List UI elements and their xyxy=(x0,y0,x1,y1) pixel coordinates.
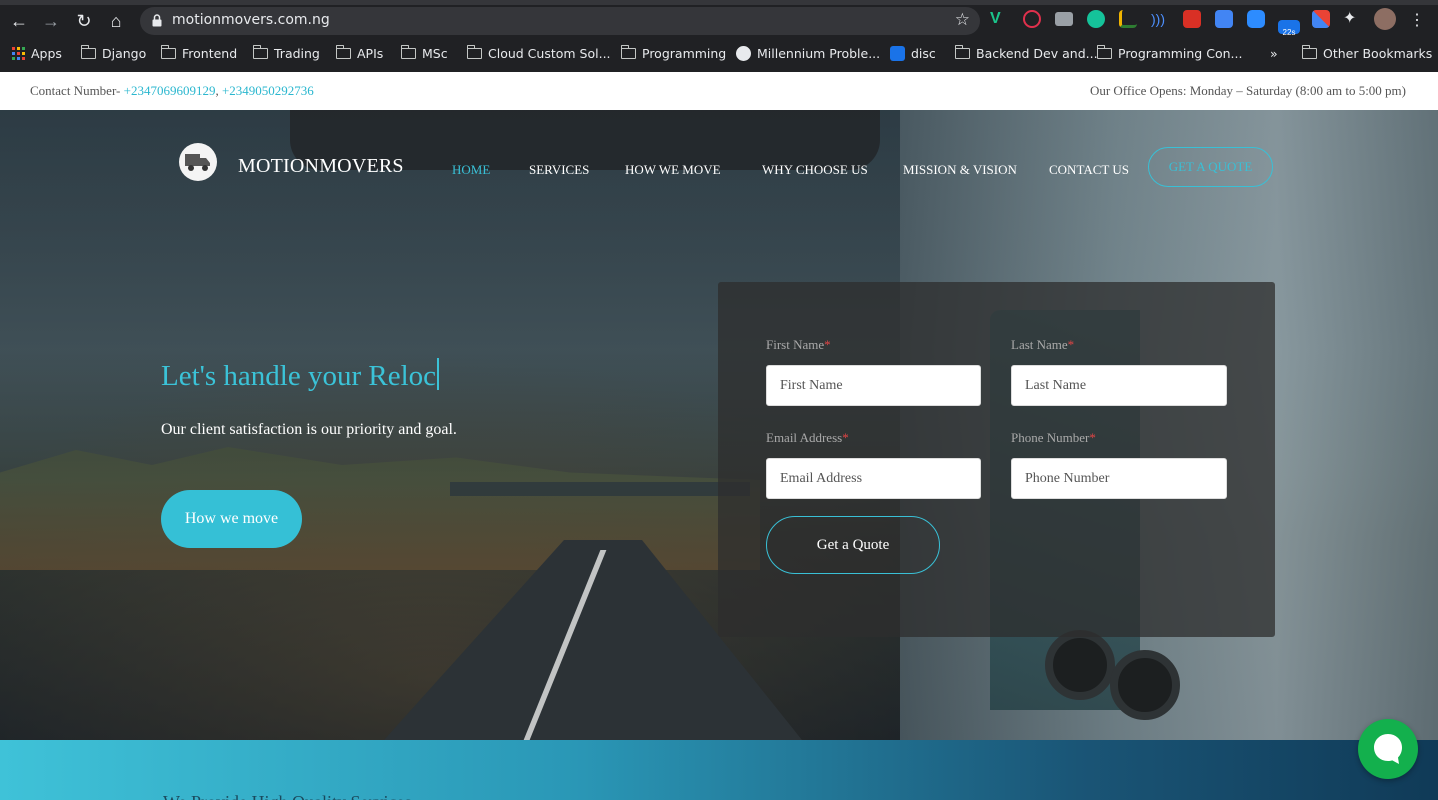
folder-icon xyxy=(1301,44,1317,59)
folder-icon xyxy=(252,44,268,59)
email-field[interactable] xyxy=(766,458,981,499)
nav-services[interactable]: SERVICES xyxy=(529,162,589,178)
services-band: We Provide High Quality Services xyxy=(0,740,1438,800)
bookmark-folder[interactable]: Trading xyxy=(252,44,320,62)
zoom-icon[interactable] xyxy=(1247,10,1265,28)
extension-icon[interactable] xyxy=(1183,10,1201,28)
first-name-field[interactable] xyxy=(766,365,981,406)
nav-home[interactable]: HOME xyxy=(452,162,490,178)
extension-icon[interactable] xyxy=(1119,10,1137,28)
brand-name[interactable]: MOTIONMOVERS xyxy=(238,155,404,178)
forward-icon[interactable]: → xyxy=(40,10,62,32)
last-name-label: Last Name* xyxy=(1011,337,1075,352)
get-a-quote-nav-button[interactable]: GET A QUOTE xyxy=(1148,147,1273,187)
bookmark-folder[interactable]: Other Bookmarks xyxy=(1301,44,1432,62)
extension-icon[interactable] xyxy=(1312,10,1330,28)
hero-tagline: Our client satisfaction is our priority … xyxy=(161,421,457,438)
services-heading: We Provide High Quality Services xyxy=(163,792,412,800)
contact-numbers: Contact Number- +2347069609129, +2349050… xyxy=(30,83,314,98)
folder-icon xyxy=(160,44,176,59)
required-mark: * xyxy=(842,430,849,445)
bookmark-star-icon[interactable]: ☆ xyxy=(955,10,970,30)
phone-field[interactable] xyxy=(1011,458,1227,499)
avatar[interactable] xyxy=(1374,8,1396,30)
folder-icon xyxy=(954,44,970,59)
hero-background xyxy=(1045,630,1115,700)
contact-topbar: Contact Number- +2347069609129, +2349050… xyxy=(0,72,1438,110)
required-mark: * xyxy=(1067,337,1075,352)
apps-grid-icon xyxy=(12,46,25,60)
bookmark-folder[interactable]: Backend Dev and... xyxy=(954,44,1098,62)
back-icon[interactable]: ← xyxy=(8,10,30,32)
bookmarks-overflow-button[interactable]: » xyxy=(1270,44,1278,62)
bookmark-folder[interactable]: Programming xyxy=(620,44,726,62)
bookmark-folder[interactable]: Cloud Custom Sol... xyxy=(466,44,611,62)
required-mark: * xyxy=(1089,430,1096,445)
phone-link[interactable]: +2347069609129 xyxy=(124,83,216,98)
bookmark-folder[interactable]: APIs xyxy=(335,44,383,62)
vue-extension-icon[interactable]: V xyxy=(990,10,1008,28)
brand-logo[interactable] xyxy=(179,143,217,181)
hero-headline: Let's handle your Reloc xyxy=(161,358,440,393)
last-name-field[interactable] xyxy=(1011,365,1227,406)
folder-icon xyxy=(335,44,351,59)
home-icon[interactable]: ⌂ xyxy=(105,10,127,32)
office-hours: Our Office Opens: Monday – Saturday (8:0… xyxy=(1089,83,1406,98)
how-we-move-button[interactable]: How we move xyxy=(161,490,302,548)
bookmarks-bar: Apps Django Frontend Trading APIs MSc Cl… xyxy=(0,40,1438,66)
chat-bubble-icon xyxy=(1374,734,1402,764)
bookmark-folder[interactable]: MSc xyxy=(400,44,448,62)
email-label: Email Address* xyxy=(766,430,849,445)
nav-how-we-move[interactable]: HOW WE MOVE xyxy=(625,162,721,178)
extension-icon[interactable] xyxy=(1023,10,1041,28)
folder-icon xyxy=(620,44,636,59)
nav-contact-us[interactable]: CONTACT US xyxy=(1049,162,1129,178)
tab-strip xyxy=(0,0,1438,5)
truck-logo-icon xyxy=(185,154,210,171)
folder-icon xyxy=(400,44,416,59)
bookmark-folder[interactable]: Django xyxy=(80,44,146,62)
nav-mission-vision[interactable]: MISSION & VISION xyxy=(903,162,1017,178)
url-text: motionmovers.com.ng xyxy=(172,12,330,28)
grammarly-icon[interactable] xyxy=(1087,10,1105,28)
bookmark-folder[interactable]: Frontend xyxy=(160,44,237,62)
phone-link[interactable]: +2349050292736 xyxy=(222,83,314,98)
folder-icon xyxy=(466,44,482,59)
puzzle-icon[interactable]: ✦ xyxy=(1343,10,1361,28)
address-bar[interactable]: motionmovers.com.ng ☆ xyxy=(140,7,980,35)
bookmark-folder[interactable]: Programming Con... xyxy=(1096,44,1242,62)
camera-icon[interactable] xyxy=(1055,12,1073,26)
first-name-label: First Name* xyxy=(766,337,831,352)
flag-icon xyxy=(890,45,905,61)
folder-icon xyxy=(1096,44,1112,59)
translate-icon[interactable] xyxy=(1215,10,1233,28)
bookmark-apps[interactable]: Apps xyxy=(12,44,62,62)
extension-badge[interactable]: 22s xyxy=(1278,20,1300,37)
bookmark-site[interactable]: Millennium Proble... xyxy=(736,44,880,62)
phone-label: Phone Number* xyxy=(1011,430,1096,445)
nav-why-choose-us[interactable]: WHY CHOOSE US xyxy=(762,162,868,178)
browser-chrome: ← → ↻ ⌂ motionmovers.com.ng ☆ V ))) 22s … xyxy=(0,0,1438,72)
hero-background xyxy=(450,482,750,496)
bookmark-site[interactable]: disc xyxy=(890,44,936,62)
get-a-quote-submit-button[interactable]: Get a Quote xyxy=(766,516,940,574)
chat-widget-button[interactable] xyxy=(1358,719,1418,779)
reload-icon[interactable]: ↻ xyxy=(73,10,95,32)
menu-dots-icon[interactable]: ⋮ xyxy=(1406,10,1428,32)
folder-icon xyxy=(80,44,96,59)
lock-icon xyxy=(152,14,162,27)
hero-background xyxy=(1110,650,1180,720)
typing-cursor xyxy=(437,358,440,390)
required-mark: * xyxy=(824,337,831,352)
site-icon xyxy=(736,45,751,61)
extension-icon[interactable]: ))) xyxy=(1151,10,1169,28)
